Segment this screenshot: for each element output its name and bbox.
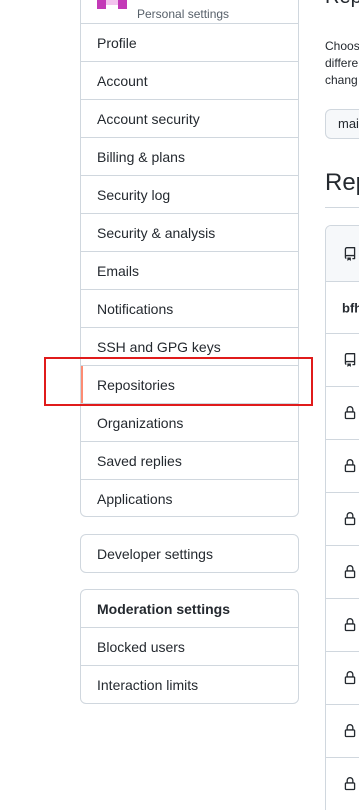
page-heading: Rep — [325, 0, 359, 9]
sidebar-item-security-analysis[interactable]: Security & analysis — [81, 214, 298, 252]
nav-header-label: Personal settings — [137, 7, 230, 21]
table-row[interactable] — [326, 493, 359, 546]
table-subheader: bfh — [326, 282, 359, 334]
lock-icon — [344, 671, 356, 685]
settings-nav: Personal settings Profile Account Accoun… — [80, 0, 299, 517]
table-row[interactable] — [326, 652, 359, 705]
repositories-table: bfh — [325, 225, 359, 810]
lock-icon — [344, 512, 356, 526]
table-row[interactable] — [326, 546, 359, 599]
table-row[interactable] — [326, 440, 359, 493]
default-branch-input[interactable]: mai — [325, 109, 359, 139]
lock-icon — [344, 618, 356, 632]
nav-header: Personal settings — [81, 0, 298, 24]
developer-settings-nav: Developer settings — [80, 534, 299, 573]
repo-icon — [344, 353, 356, 367]
sidebar-item-applications[interactable]: Applications — [81, 480, 298, 516]
table-row[interactable] — [326, 599, 359, 652]
sidebar-item-repositories[interactable]: Repositories — [81, 366, 298, 404]
table-row[interactable] — [326, 334, 359, 387]
sidebar-item-notifications[interactable]: Notifications — [81, 290, 298, 328]
lock-icon — [344, 406, 356, 420]
sidebar-item-saved-replies[interactable]: Saved replies — [81, 442, 298, 480]
avatar-icon — [97, 0, 127, 9]
moderation-settings-nav: Moderation settings Blocked users Intera… — [80, 589, 299, 704]
sidebar-item-developer-settings[interactable]: Developer settings — [81, 535, 298, 572]
sidebar-item-profile[interactable]: Profile — [81, 24, 298, 62]
table-header — [326, 226, 359, 282]
lock-icon — [344, 724, 356, 738]
table-row[interactable] — [326, 758, 359, 810]
table-row[interactable] — [326, 387, 359, 440]
moderation-settings-heading: Moderation settings — [81, 590, 298, 628]
repositories-heading: Rep — [325, 169, 359, 196]
table-row[interactable] — [326, 705, 359, 758]
main-content: Rep Choos differe chang mai Rep bfh — [325, 0, 359, 810]
sidebar-item-account-security[interactable]: Account security — [81, 100, 298, 138]
lock-icon — [344, 565, 356, 579]
lock-icon — [344, 459, 356, 473]
repo-icon — [344, 246, 356, 261]
sidebar-item-billing-plans[interactable]: Billing & plans — [81, 138, 298, 176]
default-branch-description: Choos differe chang — [325, 39, 359, 87]
sidebar-item-organizations[interactable]: Organizations — [81, 404, 298, 442]
sidebar-item-account[interactable]: Account — [81, 62, 298, 100]
owner-name: bfh — [342, 300, 359, 315]
lock-icon — [344, 777, 356, 791]
sidebar-item-emails[interactable]: Emails — [81, 252, 298, 290]
heading-divider — [325, 207, 359, 208]
sidebar-item-blocked-users[interactable]: Blocked users — [81, 628, 298, 666]
sidebar-item-security-log[interactable]: Security log — [81, 176, 298, 214]
sidebar-item-interaction-limits[interactable]: Interaction limits — [81, 666, 298, 703]
sidebar-item-ssh-gpg-keys[interactable]: SSH and GPG keys — [81, 328, 298, 366]
